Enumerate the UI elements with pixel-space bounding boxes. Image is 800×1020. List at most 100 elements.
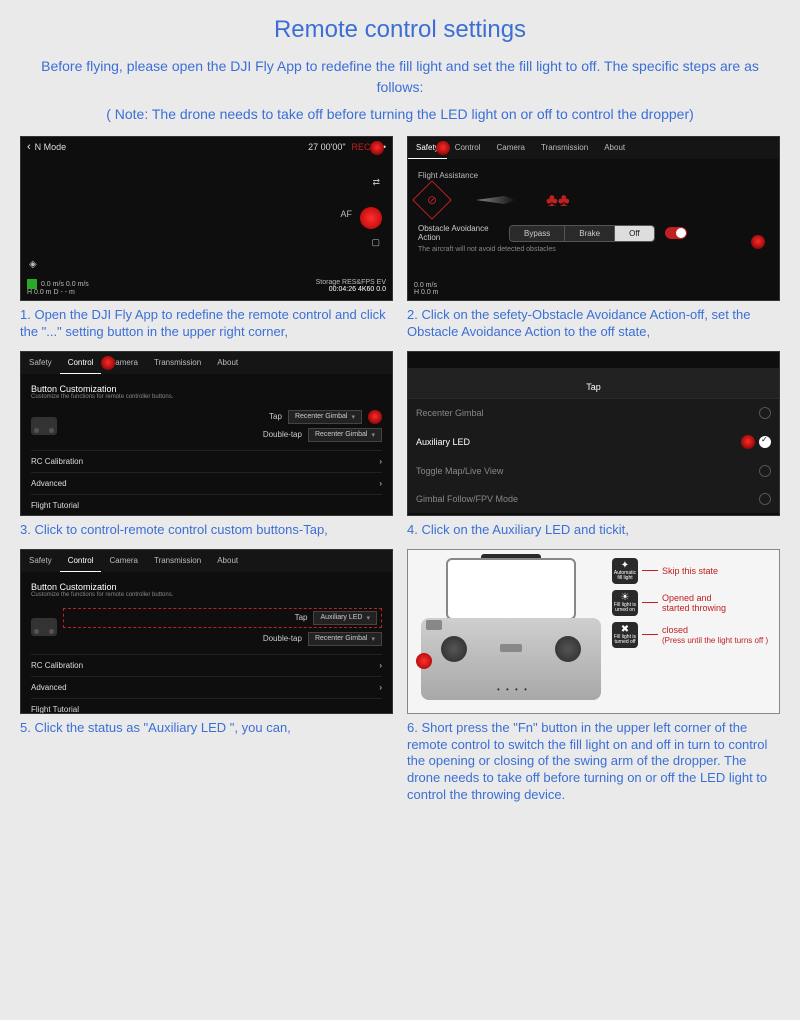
fn-button[interactable] bbox=[426, 620, 442, 630]
timer: 27 00'00" bbox=[308, 142, 345, 152]
af-label: AF bbox=[340, 209, 352, 219]
rc-calibration-row[interactable]: RC Calibration› bbox=[31, 450, 382, 472]
record-button[interactable] bbox=[360, 207, 382, 229]
seg-off[interactable]: Off bbox=[615, 226, 654, 241]
remote-diagram: • • • • ✦Automatic fill light Skip this … bbox=[407, 549, 780, 714]
step-2: Safety Control Camera Transmission About… bbox=[407, 136, 780, 341]
option-gimbal-mode[interactable]: Gimbal Follow/FPV Mode bbox=[408, 485, 779, 513]
center-button[interactable] bbox=[500, 644, 522, 652]
trees-icon: ♣♣ bbox=[546, 190, 570, 211]
legend: ✦Automatic fill light Skip this state ☀F… bbox=[612, 558, 771, 705]
step-1: ‹ N Mode 27 00'00" REC ••• ⇄ AF ▢ ◈ 0.0 … bbox=[20, 136, 393, 341]
settings-tabs: Safety Control Camera Transmission About bbox=[21, 352, 392, 374]
highlight-dot-icon bbox=[436, 141, 450, 155]
back-icon[interactable]: ‹ bbox=[27, 141, 31, 153]
chevron-down-icon: ▾ bbox=[366, 614, 370, 622]
legend-opened: Opened andstarted throwing bbox=[662, 593, 726, 613]
step-4: Tap Recenter Gimbal Auxiliary LED Toggle… bbox=[407, 351, 780, 539]
obstacle-icon: ⊘ bbox=[412, 180, 452, 220]
seg-bypass[interactable]: Bypass bbox=[510, 226, 565, 241]
radio-checked-icon bbox=[759, 436, 771, 448]
drone-icon bbox=[476, 196, 516, 204]
doubletap-dropdown[interactable]: Recenter Gimbal▾ bbox=[308, 632, 382, 646]
popup-title: Tap bbox=[408, 368, 779, 399]
tab-safety[interactable]: Safety bbox=[21, 352, 60, 374]
right-stick[interactable] bbox=[555, 636, 581, 662]
caption-6: 6. Short press the "Fn" button in the up… bbox=[407, 720, 780, 804]
signal-icon bbox=[27, 279, 37, 289]
tab-about[interactable]: About bbox=[209, 352, 246, 374]
dots-icon: • • • • bbox=[497, 685, 529, 694]
remote-icon bbox=[31, 417, 57, 435]
map-icon[interactable]: ◈ bbox=[29, 259, 37, 270]
gallery-icon[interactable]: ▢ bbox=[371, 237, 380, 248]
settings-tabs: Safety Control Camera Transmission About bbox=[408, 137, 779, 159]
button-custom-sub: Customize the functions for remote contr… bbox=[31, 394, 382, 400]
speed-readout: 0.0 m/s bbox=[414, 282, 437, 289]
highlight-dot-icon bbox=[368, 410, 382, 424]
tab-camera[interactable]: Camera bbox=[101, 550, 145, 572]
option-aux-led[interactable]: Auxiliary LED bbox=[408, 427, 779, 457]
fill-light-off-icon: ✖Fill light is turned off bbox=[612, 622, 638, 648]
doubletap-dropdown[interactable]: Recenter Gimbal▾ bbox=[308, 428, 382, 442]
callout-line-icon bbox=[642, 570, 658, 571]
caption-1: 1. Open the DJI Fly App to redefine the … bbox=[20, 307, 393, 341]
doubletap-label: Double-tap bbox=[263, 634, 302, 643]
option-toggle-map[interactable]: Toggle Map/Live View bbox=[408, 457, 779, 485]
tab-control[interactable]: Control bbox=[60, 550, 102, 572]
tap-row-highlight: Tap Auxiliary LED▾ bbox=[63, 608, 382, 628]
obstacle-avoidance-label: Obstacle Avoidance Action bbox=[418, 224, 503, 242]
tab-safety[interactable]: Safety bbox=[21, 550, 60, 572]
tap-dropdown[interactable]: Auxiliary LED▾ bbox=[313, 611, 377, 625]
altitude-readout: H 0.0 m bbox=[414, 289, 439, 296]
tab-control[interactable]: Control bbox=[60, 352, 102, 374]
fill-light-on-icon: ☀Fill light is urned on bbox=[612, 590, 638, 616]
tap-label: Tap bbox=[295, 613, 308, 622]
button-custom-heading: Button Customization bbox=[31, 582, 382, 592]
option-recenter[interactable]: Recenter Gimbal bbox=[408, 399, 779, 427]
screenshot-5: Safety Control Camera Transmission About… bbox=[20, 549, 393, 714]
left-stick[interactable] bbox=[441, 636, 467, 662]
tab-about[interactable]: About bbox=[596, 137, 633, 159]
tab-camera[interactable]: Camera bbox=[488, 137, 532, 159]
caption-5: 5. Click the status as "Auxiliary LED ",… bbox=[20, 720, 393, 737]
settings-tabs: Safety Control Camera Transmission About bbox=[21, 550, 392, 572]
tab-transmission[interactable]: Transmission bbox=[533, 137, 596, 159]
chevron-right-icon: › bbox=[379, 683, 382, 692]
step-6: • • • • ✦Automatic fill light Skip this … bbox=[407, 549, 780, 804]
tap-label: Tap bbox=[269, 412, 282, 421]
chevron-down-icon: ▾ bbox=[351, 413, 355, 421]
tab-control[interactable]: Control bbox=[447, 137, 489, 159]
legend-closed: closed(Press until the light turns off ) bbox=[662, 625, 768, 645]
highlight-dot-icon bbox=[751, 235, 765, 249]
altitude-readout: H 0.0 m D - - m bbox=[27, 289, 75, 296]
radio-icon bbox=[759, 407, 771, 419]
screenshot-3: Safety Control Camera Transmission About… bbox=[20, 351, 393, 516]
obstacle-note: The aircraft will not avoid detected obs… bbox=[418, 246, 769, 253]
chevron-right-icon: › bbox=[379, 479, 382, 488]
chevron-right-icon: › bbox=[379, 457, 382, 466]
steps-grid: ‹ N Mode 27 00'00" REC ••• ⇄ AF ▢ ◈ 0.0 … bbox=[20, 136, 780, 804]
camera-switch-icon[interactable]: ⇄ bbox=[372, 177, 380, 188]
toggle-icon[interactable] bbox=[665, 227, 687, 239]
seg-brake[interactable]: Brake bbox=[565, 226, 615, 241]
chevron-down-icon: ▾ bbox=[371, 431, 375, 439]
tab-transmission[interactable]: Transmission bbox=[146, 352, 209, 374]
controller-body-icon: • • • • bbox=[421, 618, 601, 700]
advanced-row[interactable]: Advanced› bbox=[31, 472, 382, 494]
remote-icon bbox=[31, 618, 57, 636]
highlight-dot-icon bbox=[741, 435, 755, 449]
rc-calibration-row[interactable]: RC Calibration› bbox=[31, 654, 382, 676]
tap-dropdown[interactable]: Recenter Gimbal▾ bbox=[288, 410, 362, 424]
flight-assist-label: Flight Assistance bbox=[418, 171, 769, 180]
flight-tutorial-row[interactable]: Flight Tutorial bbox=[31, 494, 382, 516]
storage-header: Storage RES&FPS EV bbox=[316, 279, 386, 286]
tab-about[interactable]: About bbox=[209, 550, 246, 572]
flight-mode: N Mode bbox=[35, 142, 67, 152]
flight-tutorial-row[interactable]: Flight Tutorial bbox=[31, 698, 382, 714]
obstacle-avoidance-segment[interactable]: Bypass Brake Off bbox=[509, 225, 655, 242]
advanced-row[interactable]: Advanced› bbox=[31, 676, 382, 698]
screenshot-2: Safety Control Camera Transmission About… bbox=[407, 136, 780, 301]
tab-transmission[interactable]: Transmission bbox=[146, 550, 209, 572]
caption-3: 3. Click to control-remote control custo… bbox=[20, 522, 393, 539]
